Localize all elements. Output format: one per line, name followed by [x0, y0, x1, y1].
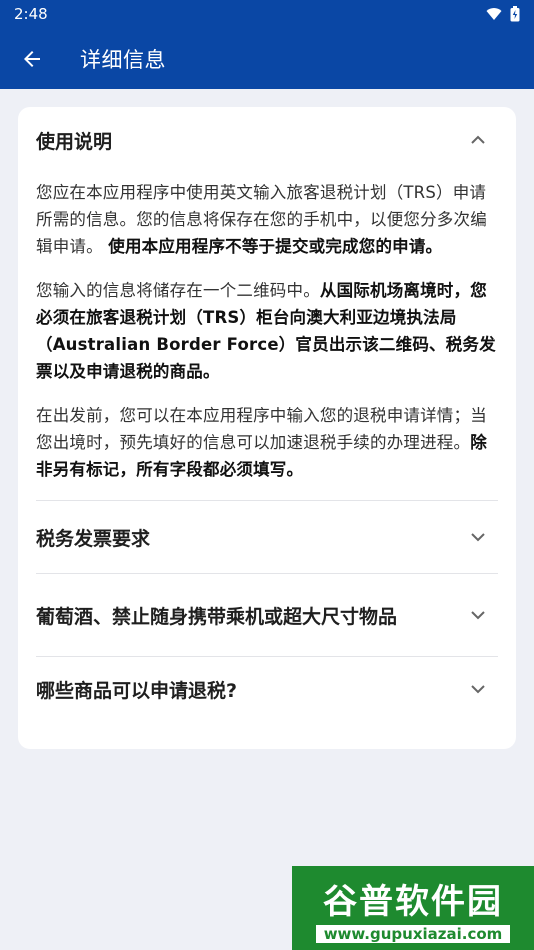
section-eligible-goods-header[interactable]: 哪些商品可以申请退税? — [36, 657, 498, 721]
instructions-paragraph-2: 您输入的信息将储存在一个二维码中。从国际机场离境时，您必须在旅客退税计划（TRS… — [36, 277, 498, 385]
section-wine-items-header[interactable]: 葡萄酒、禁止随身携带乘机或超大尺寸物品 — [36, 574, 498, 656]
section-tax-invoice-header[interactable]: 税务发票要求 — [36, 501, 498, 573]
watermark-logo-text: 谷普软件园 — [323, 881, 503, 922]
page-title: 详细信息 — [80, 47, 166, 72]
chevron-down-icon — [466, 525, 490, 549]
instructions-paragraph-1: 您应在本应用程序中使用英文输入旅客退税计划（TRS）申请所需的信息。您的信息将保… — [36, 179, 498, 260]
section-title: 哪些商品可以申请退税? — [36, 679, 238, 702]
info-card: 使用说明 您应在本应用程序中使用英文输入旅客退税计划（TRS）申请所需的信息。您… — [18, 107, 516, 749]
section-title: 葡萄酒、禁止随身携带乘机或超大尺寸物品 — [36, 605, 398, 628]
chevron-down-icon — [466, 677, 490, 701]
app-bar: 详细信息 — [0, 28, 534, 89]
status-time: 2:48 — [14, 5, 48, 23]
paragraph-text: 您输入的信息将储存在一个二维码中。 — [36, 281, 320, 300]
status-icons — [486, 6, 520, 22]
watermark-logo: 谷普软件园 www.gupuxiazai.com — [292, 866, 534, 950]
status-bar: 2:48 — [0, 0, 534, 28]
back-button[interactable] — [0, 28, 64, 89]
section-title: 使用说明 — [36, 130, 113, 153]
wifi-icon — [486, 8, 502, 20]
paragraph-text: 在出发前，您可以在本应用程序中输入您的退税申请详情；当您出境时，预先填好的信息可… — [36, 406, 487, 452]
chevron-up-icon — [466, 128, 490, 152]
battery-icon — [510, 6, 520, 22]
watermark-url: www.gupuxiazai.com — [315, 924, 511, 943]
instructions-paragraph-3: 在出发前，您可以在本应用程序中输入您的退税申请详情；当您出境时，预先填好的信息可… — [36, 402, 498, 483]
section-instructions-header[interactable]: 使用说明 — [36, 107, 498, 171]
section-title: 税务发票要求 — [36, 527, 151, 550]
paragraph-bold-text: 使用本应用程序不等于提交或完成您的申请。 — [108, 237, 443, 256]
arrow-left-icon — [24, 50, 40, 67]
chevron-down-icon — [466, 603, 490, 627]
